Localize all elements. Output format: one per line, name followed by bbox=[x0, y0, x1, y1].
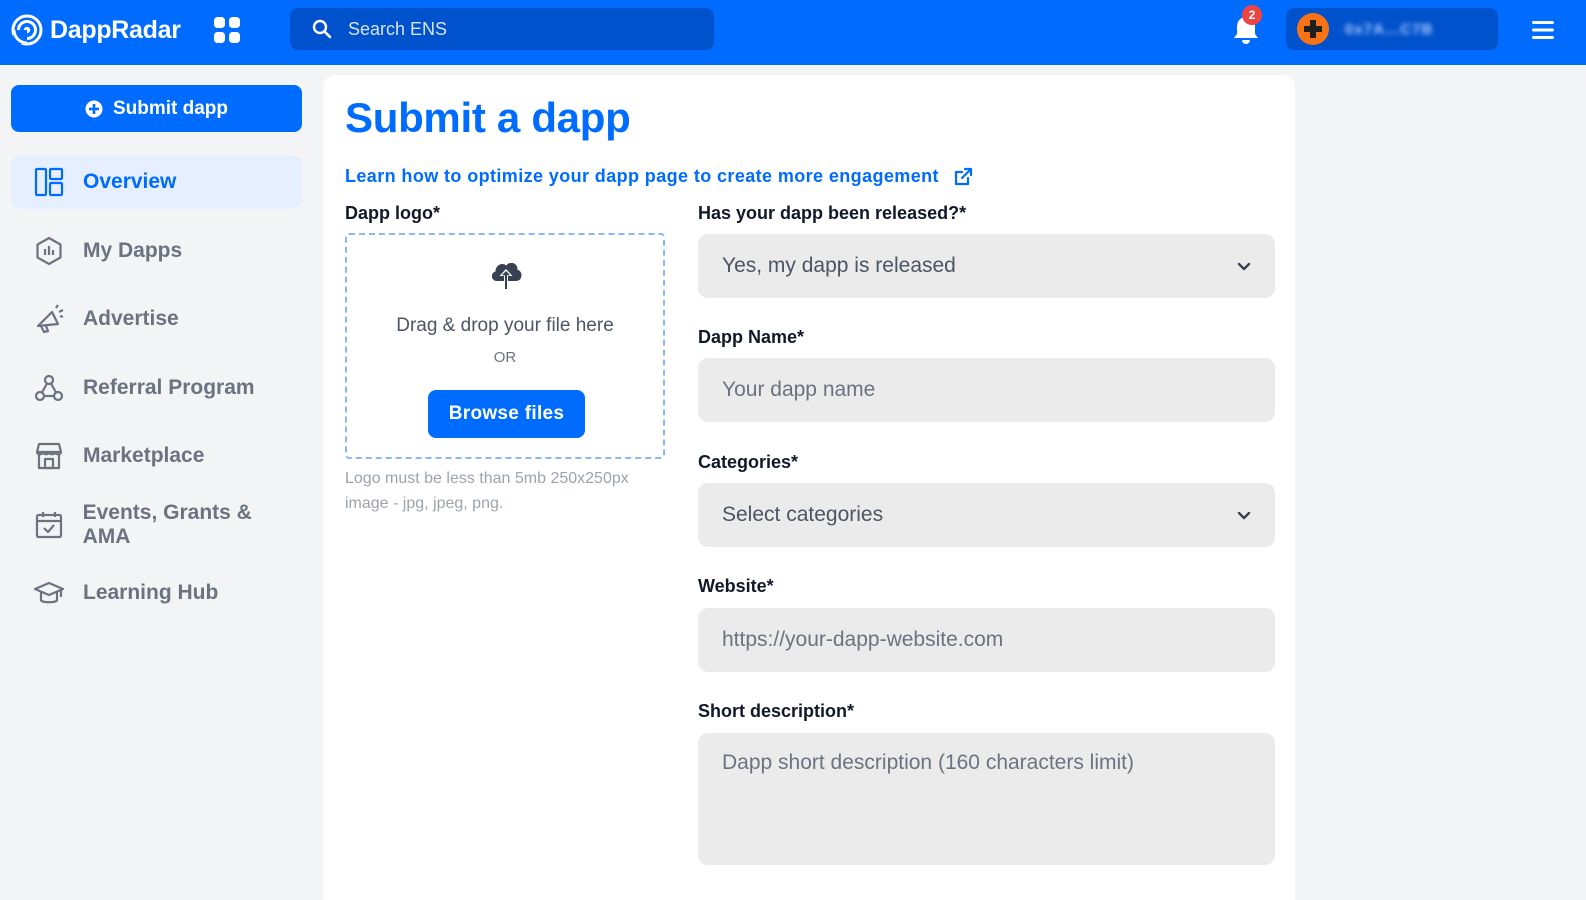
plus-cross-icon bbox=[1304, 20, 1322, 38]
hamburger-menu-icon[interactable] bbox=[1530, 18, 1556, 42]
chevron-down-icon bbox=[1237, 262, 1251, 271]
app-name: DappRadar bbox=[50, 15, 181, 44]
learn-more-link[interactable]: Learn how to optimize your dapp page to … bbox=[345, 166, 973, 187]
logo[interactable]: DappRadar bbox=[11, 14, 181, 46]
plus-circle-icon bbox=[85, 100, 103, 117]
dapp-logo-label: Dapp logo* bbox=[345, 203, 440, 223]
logo-dropzone[interactable]: Drag & drop your file here OR Browse fil… bbox=[345, 233, 665, 459]
sidebar-item-label: Marketplace bbox=[83, 444, 205, 467]
search-bar[interactable] bbox=[290, 8, 714, 50]
short-description-field[interactable] bbox=[722, 751, 1275, 851]
dapp-name-field-wrapper bbox=[698, 358, 1275, 422]
sidebar-item-advertise[interactable]: Advertise bbox=[11, 292, 302, 346]
dashboard-icon bbox=[33, 166, 65, 198]
share-network-icon bbox=[33, 372, 65, 404]
website-field[interactable] bbox=[722, 628, 1275, 652]
sidebar-item-overview[interactable]: Overview bbox=[11, 155, 302, 209]
sidebar-item-label: Advertise bbox=[83, 307, 179, 330]
logo-hint: Logo must be less than 5mb 250x250px ima… bbox=[345, 470, 629, 512]
dropzone-or: OR bbox=[493, 349, 517, 366]
sidebar-item-label: Overview bbox=[83, 170, 177, 193]
submit-dapp-button[interactable]: Submit dapp bbox=[11, 85, 302, 132]
learn-more-link-label: Learn how to optimize your dapp page to … bbox=[345, 166, 939, 186]
top-bar: DappRadar 2 0x7A...C7B bbox=[0, 0, 1586, 65]
cloud-upload-icon bbox=[491, 262, 522, 289]
released-select[interactable]: Yes, my dapp is released bbox=[698, 234, 1275, 298]
short-description-wrapper bbox=[698, 733, 1275, 865]
notification-badge: 2 bbox=[1242, 5, 1262, 25]
calendar-check-icon bbox=[33, 509, 65, 541]
short-description-label: Short description* bbox=[698, 701, 855, 721]
hexagon-chart-icon bbox=[33, 235, 65, 267]
external-link-icon bbox=[954, 167, 973, 185]
categories-select-placeholder: Select categories bbox=[722, 503, 884, 526]
dappradar-logo-icon bbox=[11, 14, 43, 46]
storefront-icon bbox=[33, 440, 65, 472]
dropzone-text: Drag & drop your file here bbox=[396, 315, 614, 336]
categories-label: Categories* bbox=[698, 452, 799, 472]
sidebar-item-marketplace[interactable]: Marketplace bbox=[11, 429, 302, 483]
wallet-avatar bbox=[1297, 13, 1329, 45]
sidebar-item-label: Events, Grants & AMA bbox=[82, 501, 252, 548]
search-input[interactable] bbox=[348, 18, 688, 40]
released-select-value: Yes, my dapp is released bbox=[722, 254, 956, 277]
website-field-wrapper bbox=[698, 608, 1275, 672]
website-label: Website* bbox=[698, 576, 774, 596]
categories-select[interactable]: Select categories bbox=[698, 483, 1275, 547]
chevron-down-icon bbox=[1237, 511, 1251, 520]
browse-files-button[interactable]: Browse files bbox=[428, 390, 585, 438]
dapp-name-field[interactable] bbox=[722, 378, 1275, 402]
wallet-address: 0x7A...C7B bbox=[1345, 20, 1434, 38]
dapp-name-label: Dapp Name* bbox=[698, 327, 805, 347]
submit-dapp-label: Submit dapp bbox=[112, 97, 229, 119]
released-label: Has your dapp been released?* bbox=[698, 203, 967, 223]
sidebar-item-learning-hub[interactable]: Learning Hub bbox=[11, 566, 302, 620]
megaphone-icon bbox=[33, 303, 65, 335]
sidebar-item-referral-program[interactable]: Referral Program bbox=[11, 361, 302, 415]
sidebar-item-label: Learning Hub bbox=[83, 581, 219, 604]
graduation-cap-icon bbox=[33, 577, 65, 609]
sidebar-item-label: My Dapps bbox=[83, 239, 183, 262]
apps-grid-icon[interactable] bbox=[214, 17, 240, 43]
sidebar-item-events-grants-ama[interactable]: Events, Grants & AMA bbox=[11, 498, 302, 552]
search-icon bbox=[312, 19, 332, 39]
page-title: Submit a dapp bbox=[345, 94, 631, 141]
wallet-button[interactable]: 0x7A...C7B bbox=[1286, 8, 1498, 50]
sidebar-item-label: Referral Program bbox=[83, 376, 255, 399]
sidebar-item-my-dapps[interactable]: My Dapps bbox=[11, 224, 302, 278]
